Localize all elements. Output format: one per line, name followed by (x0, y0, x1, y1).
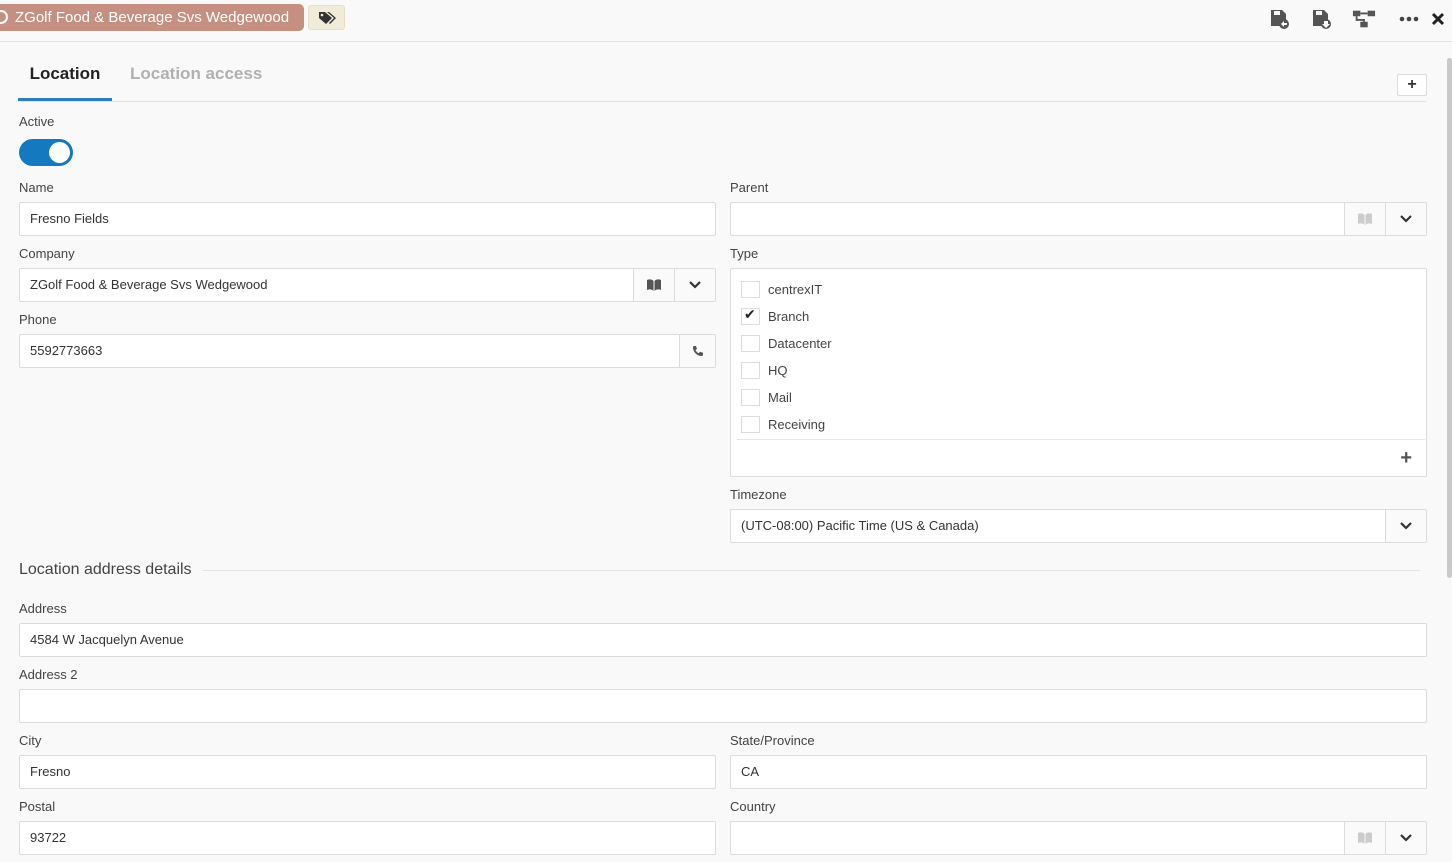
company-label: Company (19, 246, 75, 261)
type-option-hq[interactable]: HQ (741, 360, 788, 380)
book-icon (1358, 213, 1372, 225)
parent-lookup-button[interactable] (1344, 203, 1385, 235)
call-button[interactable] (679, 335, 715, 367)
company-value: ZGolf Food & Beverage Svs Wedgewood (30, 277, 268, 292)
tabs-divider (18, 101, 1426, 102)
check-icon: ✔ (744, 305, 756, 322)
timezone-label: Timezone (730, 487, 787, 502)
type-divider (737, 439, 1425, 440)
add-type-button[interactable]: + (1400, 447, 1412, 470)
vertical-scrollbar[interactable] (1447, 58, 1452, 578)
postal-label: Postal (19, 799, 56, 814)
plus-icon: + (1407, 76, 1417, 93)
toggle-knob (49, 142, 70, 163)
city-label: City (19, 733, 42, 748)
city-input[interactable]: Fresno (19, 755, 716, 789)
parent-dropdown-button[interactable] (1385, 203, 1426, 235)
phone-icon (692, 346, 703, 356)
checkbox-checked[interactable]: ✔ (741, 305, 760, 325)
book-icon (647, 279, 661, 291)
active-label: Active (19, 114, 55, 129)
hierarchy-button[interactable] (1352, 7, 1376, 31)
postal-input[interactable]: 93722 (19, 821, 716, 855)
timezone-dropdown-button[interactable] (1385, 510, 1426, 542)
company-lookup-button[interactable] (633, 269, 674, 301)
country-dropdown-button[interactable] (1385, 822, 1426, 854)
chevron-down-icon (1400, 522, 1412, 530)
address-section-title: Location address details (19, 561, 192, 578)
add-button[interactable]: + (1397, 74, 1427, 96)
address-label: Address (19, 601, 67, 616)
active-toggle[interactable] (19, 139, 73, 166)
refresh-icon (0, 10, 8, 24)
plus-icon: + (1400, 447, 1412, 469)
phone-label: Phone (19, 312, 57, 327)
close-icon (1431, 12, 1445, 26)
name-input[interactable]: Fresno Fields (19, 202, 716, 236)
hierarchy-icon (1352, 10, 1376, 28)
checkbox[interactable] (741, 361, 760, 379)
checkbox[interactable] (741, 415, 760, 433)
chevron-down-icon (689, 281, 701, 289)
record-title-chip[interactable]: ZGolf Food & Beverage Svs Wedgewood (0, 4, 304, 31)
company-input[interactable]: ZGolf Food & Beverage Svs Wedgewood (19, 268, 716, 302)
tags-icon (318, 11, 336, 24)
tab-location[interactable]: Location (18, 55, 112, 101)
section-divider (203, 570, 1420, 571)
close-button[interactable] (1426, 7, 1450, 31)
book-icon (1358, 832, 1372, 844)
more-button[interactable] (1397, 7, 1421, 31)
country-input[interactable] (730, 821, 1427, 855)
tags-button[interactable] (308, 5, 345, 30)
address2-input[interactable] (19, 689, 1427, 723)
type-option-receiving[interactable]: Receiving (741, 414, 825, 434)
chevron-down-icon (1400, 834, 1412, 842)
record-header: ZGolf Food & Beverage Svs Wedgewood (0, 0, 1452, 42)
type-option-branch[interactable]: ✔ Branch (741, 306, 809, 326)
state-input[interactable]: CA (730, 755, 1427, 789)
type-checklist: centrexIT ✔ Branch Datacenter HQ Mail Re… (730, 268, 1427, 477)
timezone-value: (UTC-08:00) Pacific Time (US & Canada) (741, 518, 979, 533)
company-dropdown-button[interactable] (674, 269, 715, 301)
country-lookup-button[interactable] (1344, 822, 1385, 854)
save-button[interactable] (1309, 7, 1333, 31)
phone-input[interactable]: 5592773663 (19, 334, 716, 368)
type-option-centrexit[interactable]: centrexIT (741, 279, 822, 299)
type-option-datacenter[interactable]: Datacenter (741, 333, 832, 353)
checkbox[interactable] (741, 334, 760, 352)
back-save-icon (1271, 10, 1289, 29)
checkbox[interactable] (741, 280, 760, 298)
record-title: ZGolf Food & Beverage Svs Wedgewood (15, 9, 290, 26)
save-icon (1313, 10, 1331, 29)
name-label: Name (19, 180, 54, 195)
state-label: State/Province (730, 733, 815, 748)
parent-label: Parent (730, 180, 769, 195)
parent-input[interactable] (730, 202, 1427, 236)
back-save-button[interactable] (1267, 7, 1291, 31)
tab-location-access[interactable]: Location access (130, 55, 262, 101)
type-option-mail[interactable]: Mail (741, 387, 792, 407)
type-label: Type (730, 246, 759, 261)
chevron-down-icon (1400, 215, 1412, 223)
address-input[interactable]: 4584 W Jacquelyn Avenue (19, 623, 1427, 657)
timezone-select[interactable]: (UTC-08:00) Pacific Time (US & Canada) (730, 509, 1427, 543)
country-label: Country (730, 799, 776, 814)
more-icon (1399, 16, 1419, 22)
address2-label: Address 2 (19, 667, 78, 682)
phone-value: 5592773663 (30, 343, 103, 358)
checkbox[interactable] (741, 388, 760, 406)
